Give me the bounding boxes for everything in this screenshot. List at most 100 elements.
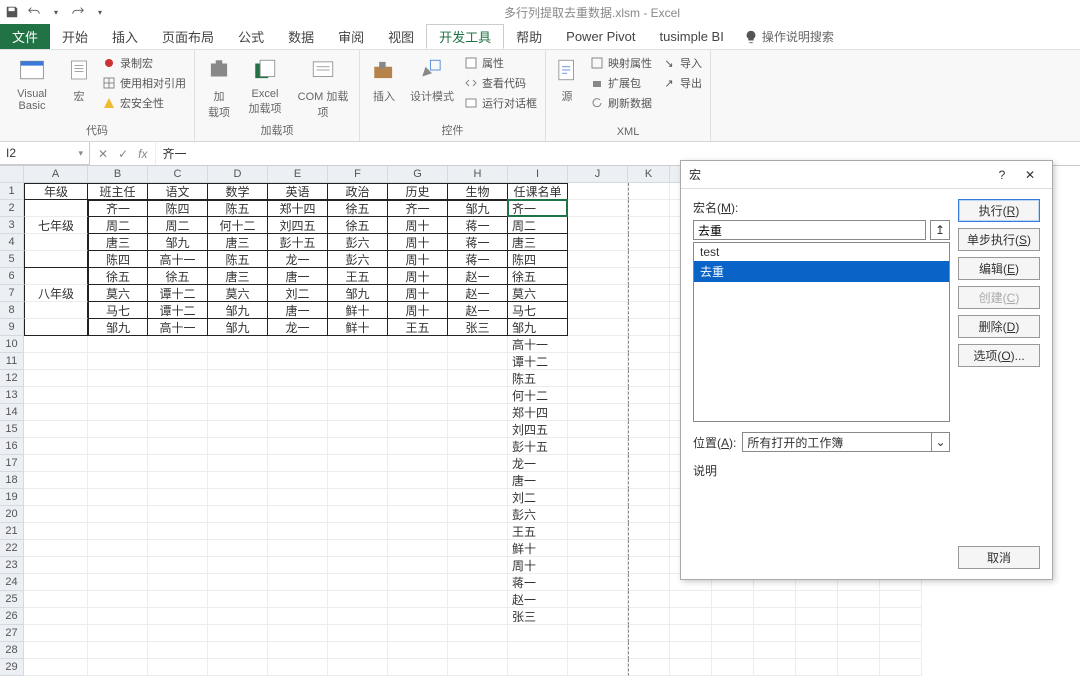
cell[interactable]: 刘二 <box>268 285 328 302</box>
cell[interactable] <box>568 285 628 302</box>
row-header[interactable]: 18 <box>0 472 23 489</box>
column-header[interactable]: I <box>508 166 568 182</box>
cell[interactable]: 何十二 <box>208 217 268 234</box>
cell[interactable] <box>568 506 628 523</box>
xml-source-button[interactable]: 源 <box>552 54 582 104</box>
cell[interactable] <box>208 336 268 353</box>
cell[interactable] <box>508 659 568 676</box>
cell[interactable] <box>24 506 88 523</box>
cell[interactable] <box>448 659 508 676</box>
cell[interactable] <box>88 455 148 472</box>
cell[interactable] <box>568 642 628 659</box>
cell[interactable]: 历史 <box>388 183 448 200</box>
visual-basic-button[interactable]: Visual Basic <box>6 54 58 112</box>
cell[interactable] <box>88 591 148 608</box>
cell[interactable]: 马七 <box>88 302 148 319</box>
cell[interactable] <box>568 217 628 234</box>
cell[interactable] <box>448 353 508 370</box>
com-addins-button[interactable]: COM 加载项 <box>293 54 353 120</box>
cell[interactable] <box>208 625 268 642</box>
row-header[interactable]: 10 <box>0 336 23 353</box>
cell[interactable] <box>24 642 88 659</box>
cell[interactable]: 龙一 <box>268 319 328 336</box>
cell[interactable] <box>628 217 670 234</box>
cell[interactable] <box>208 506 268 523</box>
column-header[interactable]: B <box>88 166 148 182</box>
cell[interactable]: 王五 <box>508 523 568 540</box>
cell[interactable]: 龙一 <box>508 455 568 472</box>
cell[interactable] <box>208 659 268 676</box>
addins-button[interactable]: 加 载项 <box>201 54 237 120</box>
cell[interactable] <box>628 591 670 608</box>
cell[interactable]: 英语 <box>268 183 328 200</box>
cell[interactable] <box>796 625 838 642</box>
column-header[interactable]: G <box>388 166 448 182</box>
cell[interactable] <box>628 659 670 676</box>
cell[interactable] <box>268 608 328 625</box>
cell[interactable] <box>268 574 328 591</box>
column-header[interactable]: J <box>568 166 628 182</box>
cell[interactable]: 周十 <box>388 234 448 251</box>
cell[interactable]: 七年级 <box>24 217 88 234</box>
cell[interactable] <box>628 336 670 353</box>
macro-name-input[interactable] <box>693 220 926 240</box>
cell[interactable] <box>88 557 148 574</box>
cell[interactable] <box>754 659 796 676</box>
cell[interactable] <box>208 455 268 472</box>
refresh-data-button[interactable]: 刷新数据 <box>588 94 654 112</box>
cell[interactable] <box>268 370 328 387</box>
step-button[interactable]: 单步执行(S) <box>958 228 1040 251</box>
cell[interactable]: 张三 <box>508 608 568 625</box>
cell[interactable] <box>388 472 448 489</box>
cell[interactable] <box>328 625 388 642</box>
cell[interactable] <box>148 421 208 438</box>
cell[interactable]: 邹九 <box>328 285 388 302</box>
tab-developer[interactable]: 开发工具 <box>426 24 504 49</box>
tab-home[interactable]: 开始 <box>50 24 100 49</box>
cell[interactable] <box>268 557 328 574</box>
cell[interactable] <box>568 540 628 557</box>
cell[interactable] <box>88 404 148 421</box>
cell[interactable] <box>208 404 268 421</box>
cell[interactable] <box>328 472 388 489</box>
cell[interactable]: 周二 <box>148 217 208 234</box>
cell[interactable] <box>388 642 448 659</box>
cell[interactable] <box>568 387 628 404</box>
cell[interactable] <box>880 591 922 608</box>
cell[interactable] <box>208 523 268 540</box>
run-button[interactable]: 执行(R) <box>958 199 1040 222</box>
cell[interactable] <box>388 625 448 642</box>
cell[interactable]: 鲜十 <box>328 319 388 336</box>
cell[interactable] <box>388 591 448 608</box>
cell[interactable] <box>508 642 568 659</box>
cell[interactable] <box>670 591 712 608</box>
cell[interactable] <box>148 591 208 608</box>
cell[interactable] <box>24 557 88 574</box>
cell[interactable] <box>328 574 388 591</box>
cell[interactable]: 数学 <box>208 183 268 200</box>
cell[interactable]: 周十 <box>388 268 448 285</box>
cell[interactable] <box>328 506 388 523</box>
cell[interactable] <box>796 591 838 608</box>
cell[interactable]: 周十 <box>388 251 448 268</box>
redo-icon[interactable] <box>70 4 86 20</box>
cell[interactable]: 八年级 <box>24 285 88 302</box>
cell[interactable] <box>268 625 328 642</box>
cell[interactable]: 齐一 <box>508 200 568 217</box>
cell[interactable] <box>328 353 388 370</box>
cell[interactable] <box>208 608 268 625</box>
cell[interactable] <box>388 659 448 676</box>
row-header[interactable]: 8 <box>0 302 23 319</box>
cell[interactable] <box>388 523 448 540</box>
cell[interactable]: 唐一 <box>268 268 328 285</box>
cell[interactable]: 邹九 <box>148 234 208 251</box>
cell[interactable]: 龙一 <box>268 251 328 268</box>
cell[interactable]: 唐一 <box>508 472 568 489</box>
name-box[interactable]: I2 ▾ <box>0 142 90 165</box>
cell[interactable]: 马七 <box>508 302 568 319</box>
cell[interactable] <box>628 472 670 489</box>
cell[interactable] <box>24 319 88 336</box>
cell[interactable] <box>328 523 388 540</box>
accept-entry-icon[interactable]: ✓ <box>118 147 128 161</box>
cell[interactable] <box>148 506 208 523</box>
